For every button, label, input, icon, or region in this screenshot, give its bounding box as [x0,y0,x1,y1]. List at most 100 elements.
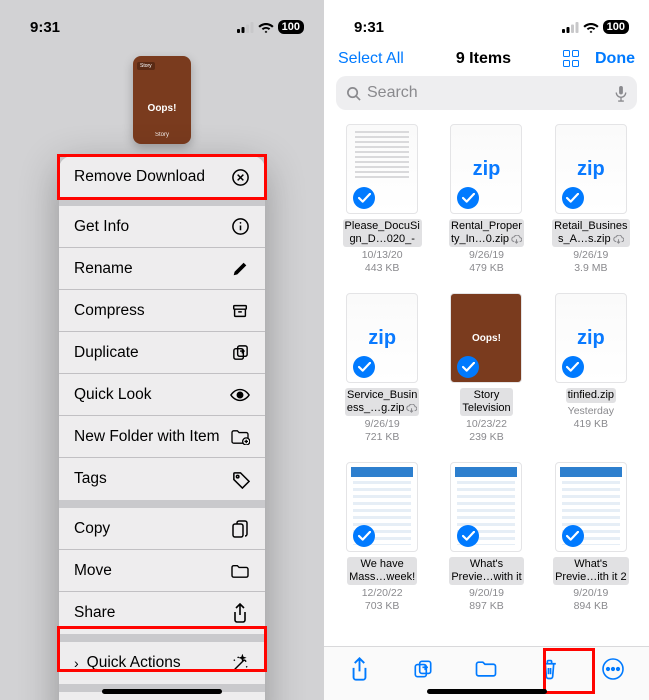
menu-item-quick-actions[interactable]: › Quick Actions [59,642,265,684]
file-meta: 10/23/22239 KB [466,418,507,444]
folder-plus-icon [230,427,250,447]
file-item[interactable]: zipRetail_Business_A…s.zip 9/26/193.9 MB [543,124,639,275]
battery-icon: 100 [278,20,304,34]
file-name: StoryTelevision [460,388,512,416]
phone-left-screenshot: 9:31 100 Story Oops! Story Remove Downlo… [0,0,324,700]
search-input[interactable] [367,84,609,102]
thumb-title: Oops! [148,103,177,114]
menu-label: Move [74,562,230,580]
file-name: Please_DocuSign_D…020_- [343,219,422,247]
file-item[interactable]: What'sPrevie…ith it 29/20/19894 KB [543,462,639,613]
menu-separator [59,500,265,508]
menu-label: Compress [74,302,230,320]
menu-item-move[interactable]: Move [59,550,265,592]
menu-item-rename[interactable]: Rename [59,248,265,290]
battery-icon: 100 [603,20,629,34]
wand-icon [230,653,250,673]
file-meta: 9/26/19479 KB [469,249,504,275]
menu-separator [59,634,265,642]
nav-title: 9 Items [456,50,511,68]
file-meta: Yesterday419 KB [568,405,614,431]
file-thumbnail [346,124,418,214]
status-bar: 9:31 100 [0,0,324,44]
home-indicator [427,689,547,694]
file-item[interactable]: Oops! StoryTelevision10/23/22239 KB [438,293,534,444]
view-mode-grid-icon[interactable] [563,50,581,68]
tag-icon [230,469,250,489]
menu-label: Rename [74,260,230,278]
search-icon [346,86,361,101]
file-item[interactable]: zip Rental_Property_In…0.zip 9/26/19479 K… [438,124,534,275]
share-icon [230,603,250,623]
file-meta: 12/20/22703 KB [362,587,403,613]
menu-item-quick-look[interactable]: Quick Look [59,374,265,416]
menu-item-new-folder[interactable]: New Folder with Item [59,416,265,458]
wifi-icon [583,21,599,33]
file-name: Rental_Property_In…0.zip [449,219,524,247]
x-circle-icon [230,167,250,187]
menu-group-1: Remove Download [59,156,265,198]
menu-item-share[interactable]: Share [59,592,265,634]
menu-item-compress[interactable]: Compress [59,290,265,332]
file-meta: 9/20/19894 KB [573,587,608,613]
pencil-icon [230,259,250,279]
menu-item-remove-download[interactable]: Remove Download [59,156,265,198]
menu-item-duplicate[interactable]: Duplicate [59,332,265,374]
file-item[interactable]: We haveMass…week!12/20/22703 KB [334,462,430,613]
select-all-button[interactable]: Select All [338,50,404,68]
toolbar-share-button[interactable] [338,649,382,689]
file-preview-thumbnail: Story Oops! Story [133,56,191,144]
cellular-icon [562,22,579,33]
menu-label: New Folder with Item [74,428,230,446]
chevron-right-icon: › [74,655,79,671]
file-name: What'sPrevie…ith it 2 [553,557,629,585]
eye-icon [230,385,250,405]
menu-label: Get Info [74,218,230,236]
status-time: 9:31 [30,19,60,36]
copy-icon [230,519,250,539]
done-button[interactable]: Done [595,50,635,68]
file-meta: 9/26/19721 KB [365,418,400,444]
file-meta: 9/20/19897 KB [469,587,504,613]
duplicate-icon [230,343,250,363]
file-item[interactable]: zip Service_Business_…g.zip 9/26/19721 KB [334,293,430,444]
cellular-icon [237,22,254,33]
toolbar-duplicate-button[interactable] [401,649,445,689]
file-item[interactable]: Please_DocuSign_D…020_-10/13/20443 KB [334,124,430,275]
file-thumbnail [346,462,418,552]
file-item[interactable]: What'sPrevie…with it9/20/19897 KB [438,462,534,613]
info-circle-icon [230,217,250,237]
menu-item-get-info[interactable]: Get Info [59,206,265,248]
file-name: Service_Business_…g.zip [345,388,419,416]
file-name: Retail_Business_A…s.zip [552,219,629,247]
menu-label: Duplicate [74,344,230,362]
phone-right-screenshot: 9:31 100 Select All 9 Items Done Please_… [324,0,649,700]
home-indicator [102,689,222,694]
toolbar-delete-button[interactable] [528,649,572,689]
status-time: 9:31 [354,19,384,36]
file-name: What'sPrevie…with it [449,557,523,585]
file-thumbnail [450,462,522,552]
file-thumbnail: zip [555,293,627,383]
mic-icon[interactable] [615,85,627,102]
thumb-logo-bottom: Story [155,132,169,138]
file-name: tinfied.zip [566,388,616,403]
file-thumbnail: zip [346,293,418,383]
file-meta: 10/13/20443 KB [362,249,403,275]
menu-label: Share [74,604,230,622]
menu-label: Remove Download [74,168,230,186]
menu-label: Tags [74,470,230,488]
file-item[interactable]: zip tinfied.zip Yesterday419 KB [543,293,639,444]
file-thumbnail: zip [450,124,522,214]
menu-label: Copy [74,520,230,538]
thumb-logo-top: Story [137,62,155,70]
menu-item-tags[interactable]: Tags [59,458,265,500]
toolbar-move-button[interactable] [464,649,508,689]
file-thumbnail [555,462,627,552]
nav-bar: Select All 9 Items Done [324,44,649,72]
file-thumbnail: Oops! [450,293,522,383]
folder-icon [230,561,250,581]
toolbar-more-button[interactable] [591,649,635,689]
search-field[interactable] [336,76,637,110]
menu-item-copy[interactable]: Copy [59,508,265,550]
